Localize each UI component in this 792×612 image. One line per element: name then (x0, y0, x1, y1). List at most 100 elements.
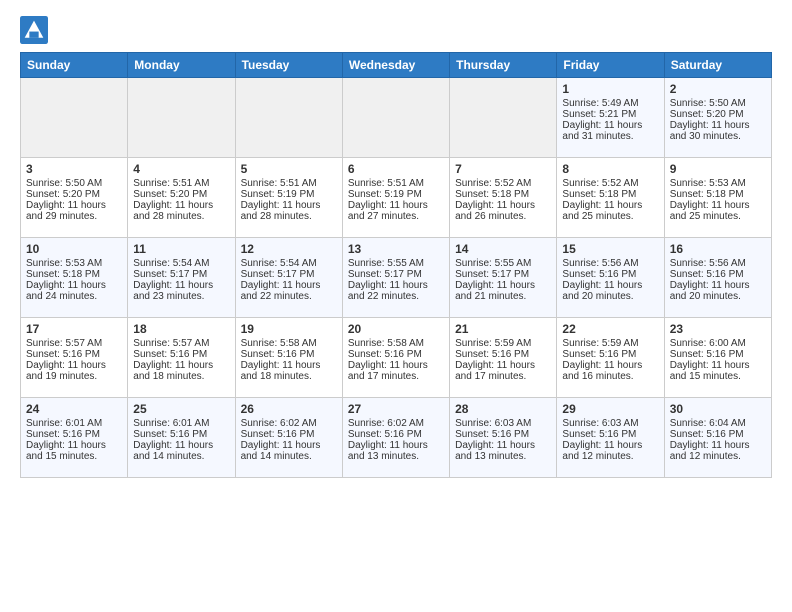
sunrise-text: Sunrise: 5:50 AM (670, 98, 746, 109)
calendar-cell: 17Sunrise: 5:57 AMSunset: 5:16 PMDayligh… (21, 318, 128, 398)
daylight-text: Daylight: 11 hours and 20 minutes. (562, 280, 642, 302)
calendar-cell: 30Sunrise: 6:04 AMSunset: 5:16 PMDayligh… (664, 398, 771, 478)
sunrise-text: Sunrise: 6:01 AM (133, 418, 209, 429)
daylight-text: Daylight: 11 hours and 22 minutes. (348, 280, 428, 302)
day-number: 27 (348, 402, 444, 416)
day-number: 14 (455, 242, 551, 256)
calendar-cell: 8Sunrise: 5:52 AMSunset: 5:18 PMDaylight… (557, 158, 664, 238)
daylight-text: Daylight: 11 hours and 12 minutes. (670, 440, 750, 462)
daylight-text: Daylight: 11 hours and 17 minutes. (348, 360, 428, 382)
weekday-header-cell: Monday (128, 53, 235, 78)
day-number: 28 (455, 402, 551, 416)
calendar-cell: 23 Sunrise: 6:00 AMSunset: 5:16 PMDayligh… (664, 318, 771, 398)
sunset-text: Sunset: 5:16 PM (670, 269, 744, 280)
daylight-text: Daylight: 11 hours and 14 minutes. (241, 440, 321, 462)
daylight-text: Daylight: 11 hours and 16 minutes. (562, 360, 642, 382)
sunset-text: Sunset: 5:16 PM (455, 429, 529, 440)
sunrise-text: Sunrise: 5:57 AM (133, 338, 209, 349)
sunrise-text: Sunrise: 6:03 AM (455, 418, 531, 429)
weekday-header-cell: Tuesday (235, 53, 342, 78)
sunset-text: Sunset: 5:20 PM (26, 189, 100, 200)
sunset-text: Sunset: 5:16 PM (562, 429, 636, 440)
sunrise-text: Sunrise: 6:00 AM (670, 338, 746, 349)
day-number: 2 (670, 82, 766, 96)
day-number: 8 (562, 162, 658, 176)
calendar-cell: 19Sunrise: 5:58 AMSunset: 5:16 PMDayligh… (235, 318, 342, 398)
calendar-week-row: 10Sunrise: 5:53 AMSunset: 5:18 PMDayligh… (21, 238, 772, 318)
calendar-cell: 18Sunrise: 5:57 AMSunset: 5:16 PMDayligh… (128, 318, 235, 398)
sunrise-text: Sunrise: 5:54 AM (241, 258, 317, 269)
sunset-text: Sunset: 5:17 PM (348, 269, 422, 280)
day-number: 17 (26, 322, 122, 336)
sunrise-text: Sunrise: 5:53 AM (26, 258, 102, 269)
calendar-cell: 29Sunrise: 6:03 AMSunset: 5:16 PMDayligh… (557, 398, 664, 478)
sunset-text: Sunset: 5:16 PM (241, 429, 315, 440)
sunrise-text: Sunrise: 5:53 AM (670, 178, 746, 189)
daylight-text: Daylight: 11 hours and 27 minutes. (348, 200, 428, 222)
calendar-cell: 1Sunrise: 5:49 AMSunset: 5:21 PMDaylight… (557, 78, 664, 158)
day-number: 7 (455, 162, 551, 176)
sunrise-text: Sunrise: 5:51 AM (348, 178, 424, 189)
sunset-text: Sunset: 5:16 PM (133, 349, 207, 360)
calendar-cell: 4Sunrise: 5:51 AMSunset: 5:20 PMDaylight… (128, 158, 235, 238)
calendar-cell (450, 78, 557, 158)
sunrise-text: Sunrise: 5:57 AM (26, 338, 102, 349)
calendar-cell: 11Sunrise: 5:54 AMSunset: 5:17 PMDayligh… (128, 238, 235, 318)
calendar-cell: 3Sunrise: 5:50 AMSunset: 5:20 PMDaylight… (21, 158, 128, 238)
calendar-cell (342, 78, 449, 158)
calendar-cell: 24Sunrise: 6:01 AMSunset: 5:16 PMDayligh… (21, 398, 128, 478)
sunset-text: Sunset: 5:16 PM (670, 349, 744, 360)
day-number: 23 (670, 322, 766, 336)
calendar-cell: 28 Sunrise: 6:03 AMSunset: 5:16 PMDayligh… (450, 398, 557, 478)
calendar-cell: 15Sunrise: 5:56 AMSunset: 5:16 PMDayligh… (557, 238, 664, 318)
day-number: 1 (562, 82, 658, 96)
day-number: 18 (133, 322, 229, 336)
weekday-header-cell: Friday (557, 53, 664, 78)
sunset-text: Sunset: 5:17 PM (133, 269, 207, 280)
calendar-week-row: 3Sunrise: 5:50 AMSunset: 5:20 PMDaylight… (21, 158, 772, 238)
day-number: 10 (26, 242, 122, 256)
weekday-header-cell: Thursday (450, 53, 557, 78)
day-number: 4 (133, 162, 229, 176)
day-number: 15 (562, 242, 658, 256)
sunset-text: Sunset: 5:16 PM (133, 429, 207, 440)
sunset-text: Sunset: 5:19 PM (241, 189, 315, 200)
calendar-cell: 22Sunrise: 5:59 AMSunset: 5:16 PMDayligh… (557, 318, 664, 398)
calendar-cell: 9Sunrise: 5:53 AMSunset: 5:18 PMDaylight… (664, 158, 771, 238)
daylight-text: Daylight: 11 hours and 15 minutes. (670, 360, 750, 382)
logo-icon (20, 16, 48, 44)
calendar-cell: 12Sunrise: 5:54 AMSunset: 5:17 PMDayligh… (235, 238, 342, 318)
calendar-table: SundayMondayTuesdayWednesdayThursdayFrid… (20, 52, 772, 478)
sunrise-text: Sunrise: 5:59 AM (455, 338, 531, 349)
sunrise-text: Sunrise: 5:55 AM (455, 258, 531, 269)
calendar-cell: 5Sunrise: 5:51 AMSunset: 5:19 PMDaylight… (235, 158, 342, 238)
daylight-text: Daylight: 11 hours and 13 minutes. (455, 440, 535, 462)
day-number: 16 (670, 242, 766, 256)
sunrise-text: Sunrise: 6:02 AM (348, 418, 424, 429)
day-number: 11 (133, 242, 229, 256)
day-number: 3 (26, 162, 122, 176)
day-number: 21 (455, 322, 551, 336)
sunrise-text: Sunrise: 6:02 AM (241, 418, 317, 429)
day-number: 19 (241, 322, 337, 336)
day-number: 6 (348, 162, 444, 176)
day-number: 25 (133, 402, 229, 416)
calendar-cell: 27Sunrise: 6:02 AMSunset: 5:16 PMDayligh… (342, 398, 449, 478)
calendar-cell: 16Sunrise: 5:56 AMSunset: 5:16 PMDayligh… (664, 238, 771, 318)
daylight-text: Daylight: 11 hours and 13 minutes. (348, 440, 428, 462)
sunset-text: Sunset: 5:18 PM (670, 189, 744, 200)
day-number: 24 (26, 402, 122, 416)
calendar-week-row: 17Sunrise: 5:57 AMSunset: 5:16 PMDayligh… (21, 318, 772, 398)
daylight-text: Daylight: 11 hours and 23 minutes. (133, 280, 213, 302)
calendar-cell: 20Sunrise: 5:58 AMSunset: 5:16 PMDayligh… (342, 318, 449, 398)
sunset-text: Sunset: 5:19 PM (348, 189, 422, 200)
daylight-text: Daylight: 11 hours and 26 minutes. (455, 200, 535, 222)
sunset-text: Sunset: 5:21 PM (562, 109, 636, 120)
calendar-cell: 7Sunrise: 5:52 AMSunset: 5:18 PMDaylight… (450, 158, 557, 238)
calendar-cell: 6 Sunrise: 5:51 AMSunset: 5:19 PMDaylight… (342, 158, 449, 238)
sunrise-text: Sunrise: 5:58 AM (241, 338, 317, 349)
calendar-cell: 14Sunrise: 5:55 AMSunset: 5:17 PMDayligh… (450, 238, 557, 318)
sunset-text: Sunset: 5:17 PM (455, 269, 529, 280)
sunset-text: Sunset: 5:16 PM (455, 349, 529, 360)
page-header (20, 16, 772, 44)
